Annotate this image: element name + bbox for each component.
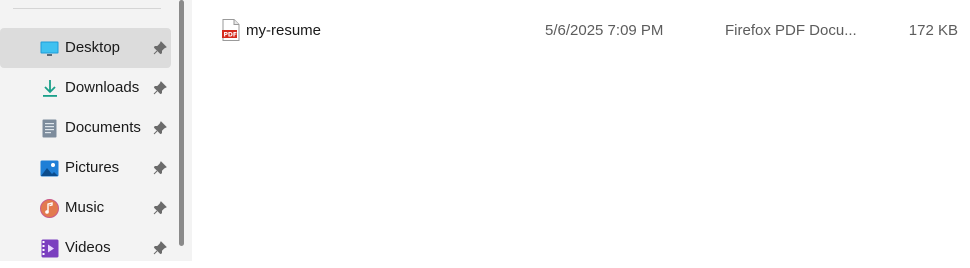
- nav-divider: [13, 8, 161, 9]
- sidebar-item-label: Music: [65, 199, 105, 216]
- pin-icon[interactable]: [152, 160, 168, 176]
- file-name: my-resume: [246, 22, 322, 39]
- table-row[interactable]: PDF my-resume 5/6/2025 7:09 PM Firefox P…: [204, 12, 966, 50]
- downloads-icon: [40, 79, 59, 98]
- sidebar-item-label: Downloads: [65, 79, 140, 96]
- sidebar-item-label: Videos: [65, 239, 111, 256]
- sidebar-item-label: Documents: [65, 119, 141, 136]
- sidebar-item-music[interactable]: Music: [0, 188, 171, 228]
- pin-icon[interactable]: [152, 40, 168, 56]
- nav-scrollbar-thumb[interactable]: [179, 0, 184, 246]
- sidebar-item-videos[interactable]: Videos: [0, 228, 171, 268]
- pin-icon[interactable]: [152, 80, 168, 96]
- file-date-modified: 5/6/2025 7:09 PM: [545, 22, 664, 39]
- pin-icon[interactable]: [152, 240, 168, 256]
- file-list: PDF my-resume 5/6/2025 7:09 PM Firefox P…: [192, 0, 970, 261]
- desktop-icon: [40, 39, 59, 58]
- sidebar-item-label: Desktop: [65, 39, 121, 56]
- sidebar-item-documents[interactable]: Documents: [0, 108, 171, 148]
- pictures-icon: [40, 159, 59, 178]
- file-type: Firefox PDF Docu...: [725, 22, 857, 39]
- sidebar-item-label: Pictures: [65, 159, 120, 176]
- sidebar-item-desktop[interactable]: Desktop: [0, 28, 171, 68]
- sidebar-item-pictures[interactable]: Pictures: [0, 148, 171, 188]
- svg-text:PDF: PDF: [224, 32, 237, 39]
- documents-icon: [40, 119, 59, 138]
- navigation-pane: Desktop Downloads Documents Pictures Mus…: [0, 0, 176, 261]
- music-icon: [40, 199, 59, 218]
- pin-icon[interactable]: [152, 200, 168, 216]
- file-size: 172 KB: [908, 22, 958, 39]
- pdf-icon: PDF: [222, 19, 240, 41]
- videos-icon: [40, 239, 59, 258]
- pin-icon[interactable]: [152, 120, 168, 136]
- sidebar-item-downloads[interactable]: Downloads: [0, 68, 171, 108]
